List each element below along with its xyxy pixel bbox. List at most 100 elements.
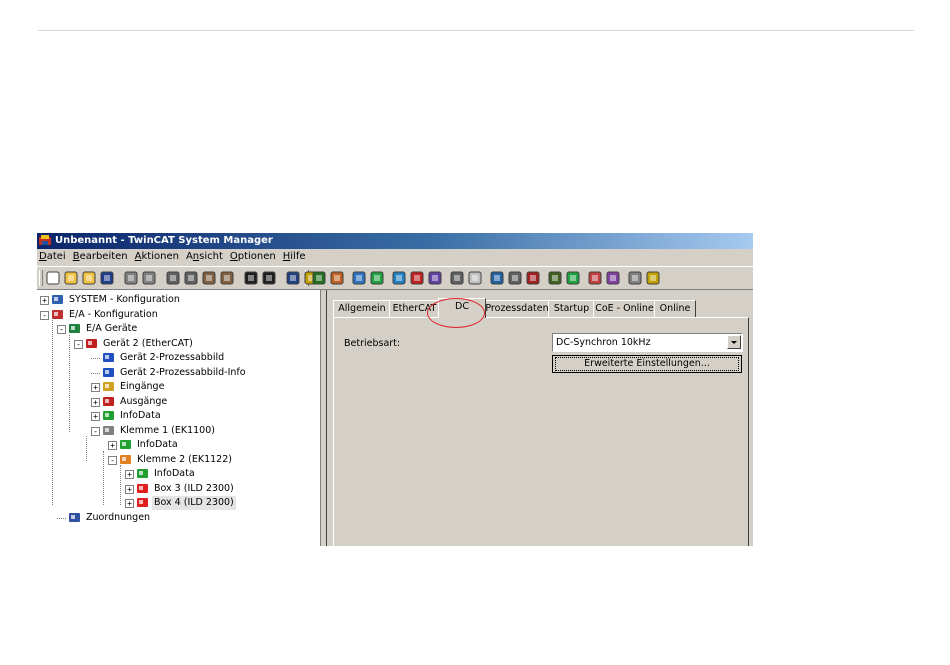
tree-guide-line (52, 320, 53, 505)
collapse-icon[interactable]: - (57, 325, 66, 334)
collapse-icon[interactable]: - (74, 339, 83, 349)
collapse-icon[interactable]: - (40, 310, 49, 320)
online-icon[interactable] (467, 270, 483, 286)
operation-mode-label: Betriebsart: (344, 338, 401, 349)
title-bar[interactable]: Unbenannt - TwinCAT System Manager (37, 233, 753, 249)
target-system-icon[interactable] (285, 270, 301, 286)
watch-icon[interactable] (489, 270, 505, 286)
help-icon[interactable] (645, 270, 661, 286)
help-pointer-icon[interactable] (261, 270, 277, 286)
tab-allgemein[interactable]: Allgemein (333, 300, 391, 317)
tree-node-label: Klemme 2 (EK1122) (137, 453, 232, 465)
io-config-icon (51, 308, 64, 321)
expand-icon[interactable]: + (125, 470, 134, 479)
book-icon[interactable] (605, 270, 621, 286)
menu-item-text: sicht (199, 251, 223, 262)
tree-view[interactable]: + SYSTEM - Konfiguration - E/A - Konfigurat… (37, 290, 321, 546)
operation-mode-value: DC-Synchron 10kHz (556, 337, 651, 348)
menu-item-mnemonic: O (229, 251, 238, 262)
menu-item-5[interactable]: Hilfe (280, 249, 309, 265)
zoom-icon[interactable] (507, 270, 523, 286)
tab-coe-online[interactable]: CoE - Online (593, 300, 656, 317)
collapse-icon[interactable]: - (108, 455, 117, 465)
force-icon[interactable] (587, 270, 603, 286)
system-config-icon (51, 293, 64, 306)
new-file-icon[interactable] (45, 270, 61, 286)
tree-node-label: Box 4 (ILD 2300) (152, 496, 236, 510)
tree-node-label: E/A Geräte (86, 323, 138, 334)
tree-node-label: Gerät 2 (EtherCAT) (103, 337, 193, 349)
paste-icon[interactable] (201, 270, 217, 286)
expand-icon[interactable]: + (91, 412, 100, 421)
twincat-app-icon (39, 235, 51, 245)
scan-devices-icon[interactable] (351, 270, 367, 286)
coupler-terminal-icon (102, 424, 115, 437)
print-preview-icon[interactable] (141, 270, 157, 286)
menu-item-text: atei (46, 251, 66, 262)
tree-node-label: Eingänge (120, 381, 165, 392)
toolbar (37, 266, 753, 290)
open-project-icon[interactable] (81, 270, 97, 286)
link-icon[interactable] (525, 270, 541, 286)
tree-node-label: Gerät 2-Prozessabbild (120, 352, 225, 363)
copy-icon[interactable] (183, 270, 199, 286)
menu-item-2[interactable]: Aktionen (132, 249, 182, 265)
chevron-down-icon[interactable] (727, 335, 741, 349)
ild-box-icon (136, 496, 149, 509)
cut-icon[interactable] (165, 270, 181, 286)
dc-tab-panel: Betriebsart: DC-Synchron 10kHz Erweitert… (333, 317, 749, 546)
tree-guide-line (69, 334, 70, 432)
menu-item-3[interactable]: Ansicht (183, 249, 226, 265)
expand-icon[interactable]: + (91, 383, 100, 392)
paste-with-links-icon[interactable] (219, 270, 235, 286)
expand-icon[interactable]: + (108, 441, 117, 450)
ethercat-device-icon (85, 337, 98, 350)
properties-pane: Allgemein EtherCAT DC Prozessdaten Startup Co… (327, 290, 753, 546)
check-config-icon[interactable] (311, 270, 327, 286)
tree-guide-line (103, 450, 104, 505)
menu-bar: Datei Bearbeiten Aktionen Ansicht Optionen Hi… (37, 249, 753, 265)
tree-connector (91, 372, 100, 374)
expand-icon[interactable]: + (40, 296, 49, 305)
tree-node-label: SYSTEM - Konfiguration (69, 294, 180, 305)
set-run-mode-icon[interactable] (369, 270, 385, 286)
menu-item-1[interactable]: Bearbeiten (70, 249, 131, 265)
tab-online[interactable]: Online (654, 300, 696, 317)
io-devices-icon (68, 322, 81, 335)
expand-icon[interactable]: + (125, 484, 134, 494)
expand-icon[interactable]: + (125, 499, 134, 508)
dc-tab-highlight-circle (427, 298, 485, 328)
tab-startup[interactable]: Startup (548, 300, 595, 317)
tree-node-label: Box 3 (ILD 2300) (154, 482, 234, 494)
tree-node-label: Gerät 2-Prozessabbild-Info (120, 366, 246, 378)
info-icon[interactable] (627, 270, 643, 286)
free-run-icon[interactable] (409, 270, 425, 286)
tab-prozessdaten[interactable]: Prozessdaten (484, 300, 550, 317)
toolbar-grip[interactable] (39, 270, 43, 286)
show-variables-icon[interactable] (449, 270, 465, 286)
mappings-icon (68, 511, 81, 524)
process-image-icon (102, 366, 115, 379)
menu-item-0[interactable]: Datei (37, 249, 69, 265)
outputs-icon (102, 395, 115, 408)
save-icon[interactable] (99, 270, 115, 286)
menu-item-mnemonic: D (39, 251, 47, 262)
collapse-icon[interactable]: - (91, 426, 100, 436)
restart-icon[interactable] (391, 270, 407, 286)
tree-node-label: InfoData (154, 468, 195, 479)
glasses-icon[interactable] (547, 270, 563, 286)
inputs-icon (102, 380, 115, 393)
advanced-settings-label: Erweiterte Einstellungen... (555, 357, 739, 371)
find-icon[interactable] (243, 270, 259, 286)
toggle-mode-icon[interactable] (427, 270, 443, 286)
advanced-settings-button[interactable]: Erweiterte Einstellungen... (552, 355, 742, 373)
open-folder-icon[interactable] (63, 270, 79, 286)
plc-icon[interactable] (565, 270, 581, 286)
operation-mode-select[interactable]: DC-Synchron 10kHz (552, 333, 743, 352)
menu-item-4[interactable]: Optionen (227, 249, 279, 265)
print-icon[interactable] (123, 270, 139, 286)
expand-icon[interactable]: + (91, 397, 100, 407)
infodata-icon (102, 409, 115, 422)
generate-mappings-icon[interactable] (329, 270, 345, 286)
menu-item-text: ktionen (141, 251, 179, 262)
